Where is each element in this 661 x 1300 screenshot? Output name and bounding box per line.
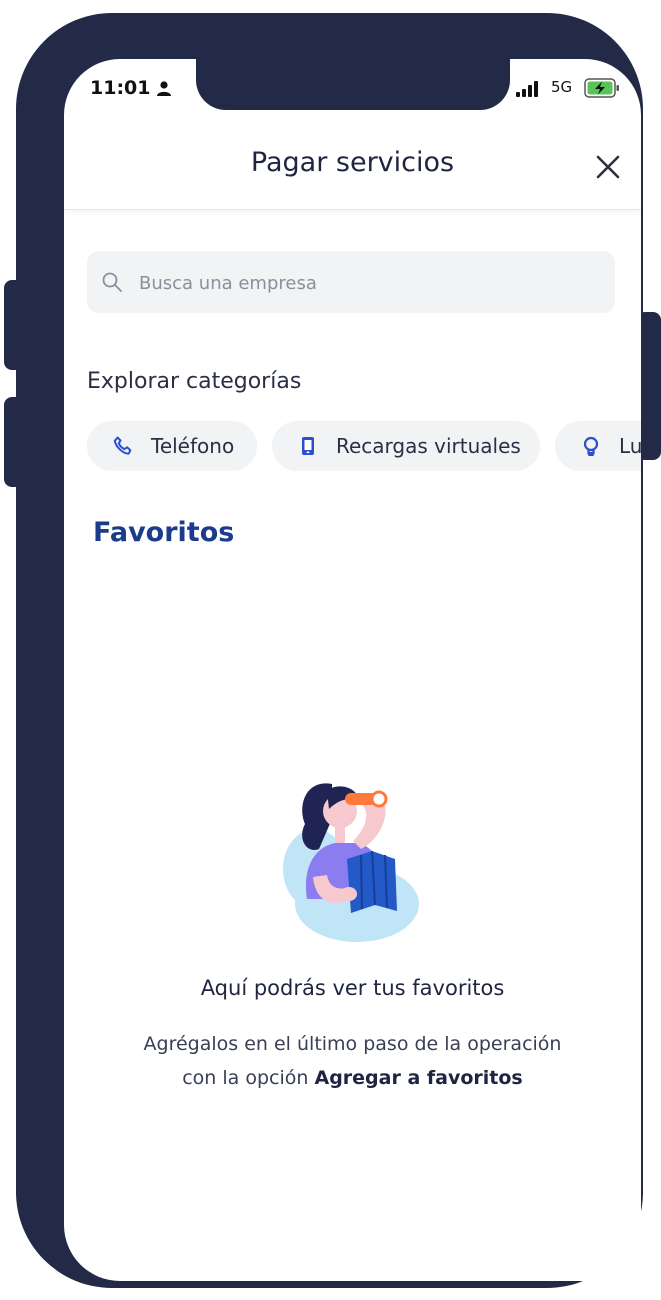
- status-time: 11:01: [90, 77, 151, 99]
- category-chip-label: Teléfono: [151, 434, 235, 458]
- empty-state-description: Agrégalos en el último paso de la operac…: [64, 1027, 641, 1095]
- search-box[interactable]: [87, 251, 615, 315]
- explorer-illustration: [283, 783, 419, 942]
- page-title: Pagar servicios: [250, 147, 455, 178]
- category-chip-label: Recargas virtuales: [336, 434, 521, 458]
- person-icon: [157, 81, 171, 96]
- phone-icon: [113, 436, 132, 455]
- signal-icon: [516, 81, 538, 97]
- add-to-favorites-hint: Agregar a favoritos: [314, 1067, 523, 1089]
- network-label: 5G: [551, 78, 573, 96]
- lightbulb-icon: [583, 436, 599, 456]
- search-icon: [102, 272, 122, 292]
- category-chip-recargas-virtuales[interactable]: Recargas virtuales: [272, 421, 540, 471]
- category-chip-telefono[interactable]: Teléfono: [87, 421, 257, 471]
- search-input[interactable]: [137, 251, 601, 315]
- category-chips: Teléfono Recargas virtuales Lu: [87, 421, 641, 471]
- empty-state-line-1: Agrégalos en el último paso de la operac…: [143, 1033, 562, 1055]
- categories-label: Explorar categorías: [87, 369, 302, 394]
- battery-charging-icon: [584, 78, 619, 98]
- header: Pagar servicios: [64, 121, 641, 210]
- category-chip-luz[interactable]: Lu: [555, 421, 641, 471]
- screen: 11:01 5G Pagar servicios Busca una empre…: [64, 59, 641, 1281]
- phone-frame: 11:01 5G Pagar servicios Busca una empre…: [16, 13, 643, 1288]
- empty-state-line-2: con la opción Agregar a favoritos: [64, 1061, 641, 1095]
- favorites-title: Favoritos: [93, 517, 235, 548]
- category-chip-label: Lu: [619, 434, 641, 458]
- device-notch: [196, 59, 510, 110]
- empty-state-title: Aquí podrás ver tus favoritos: [200, 976, 505, 1000]
- close-icon[interactable]: [594, 153, 622, 181]
- mobile-icon: [302, 437, 314, 455]
- empty-state-line-2-prefix: con la opción: [182, 1067, 309, 1089]
